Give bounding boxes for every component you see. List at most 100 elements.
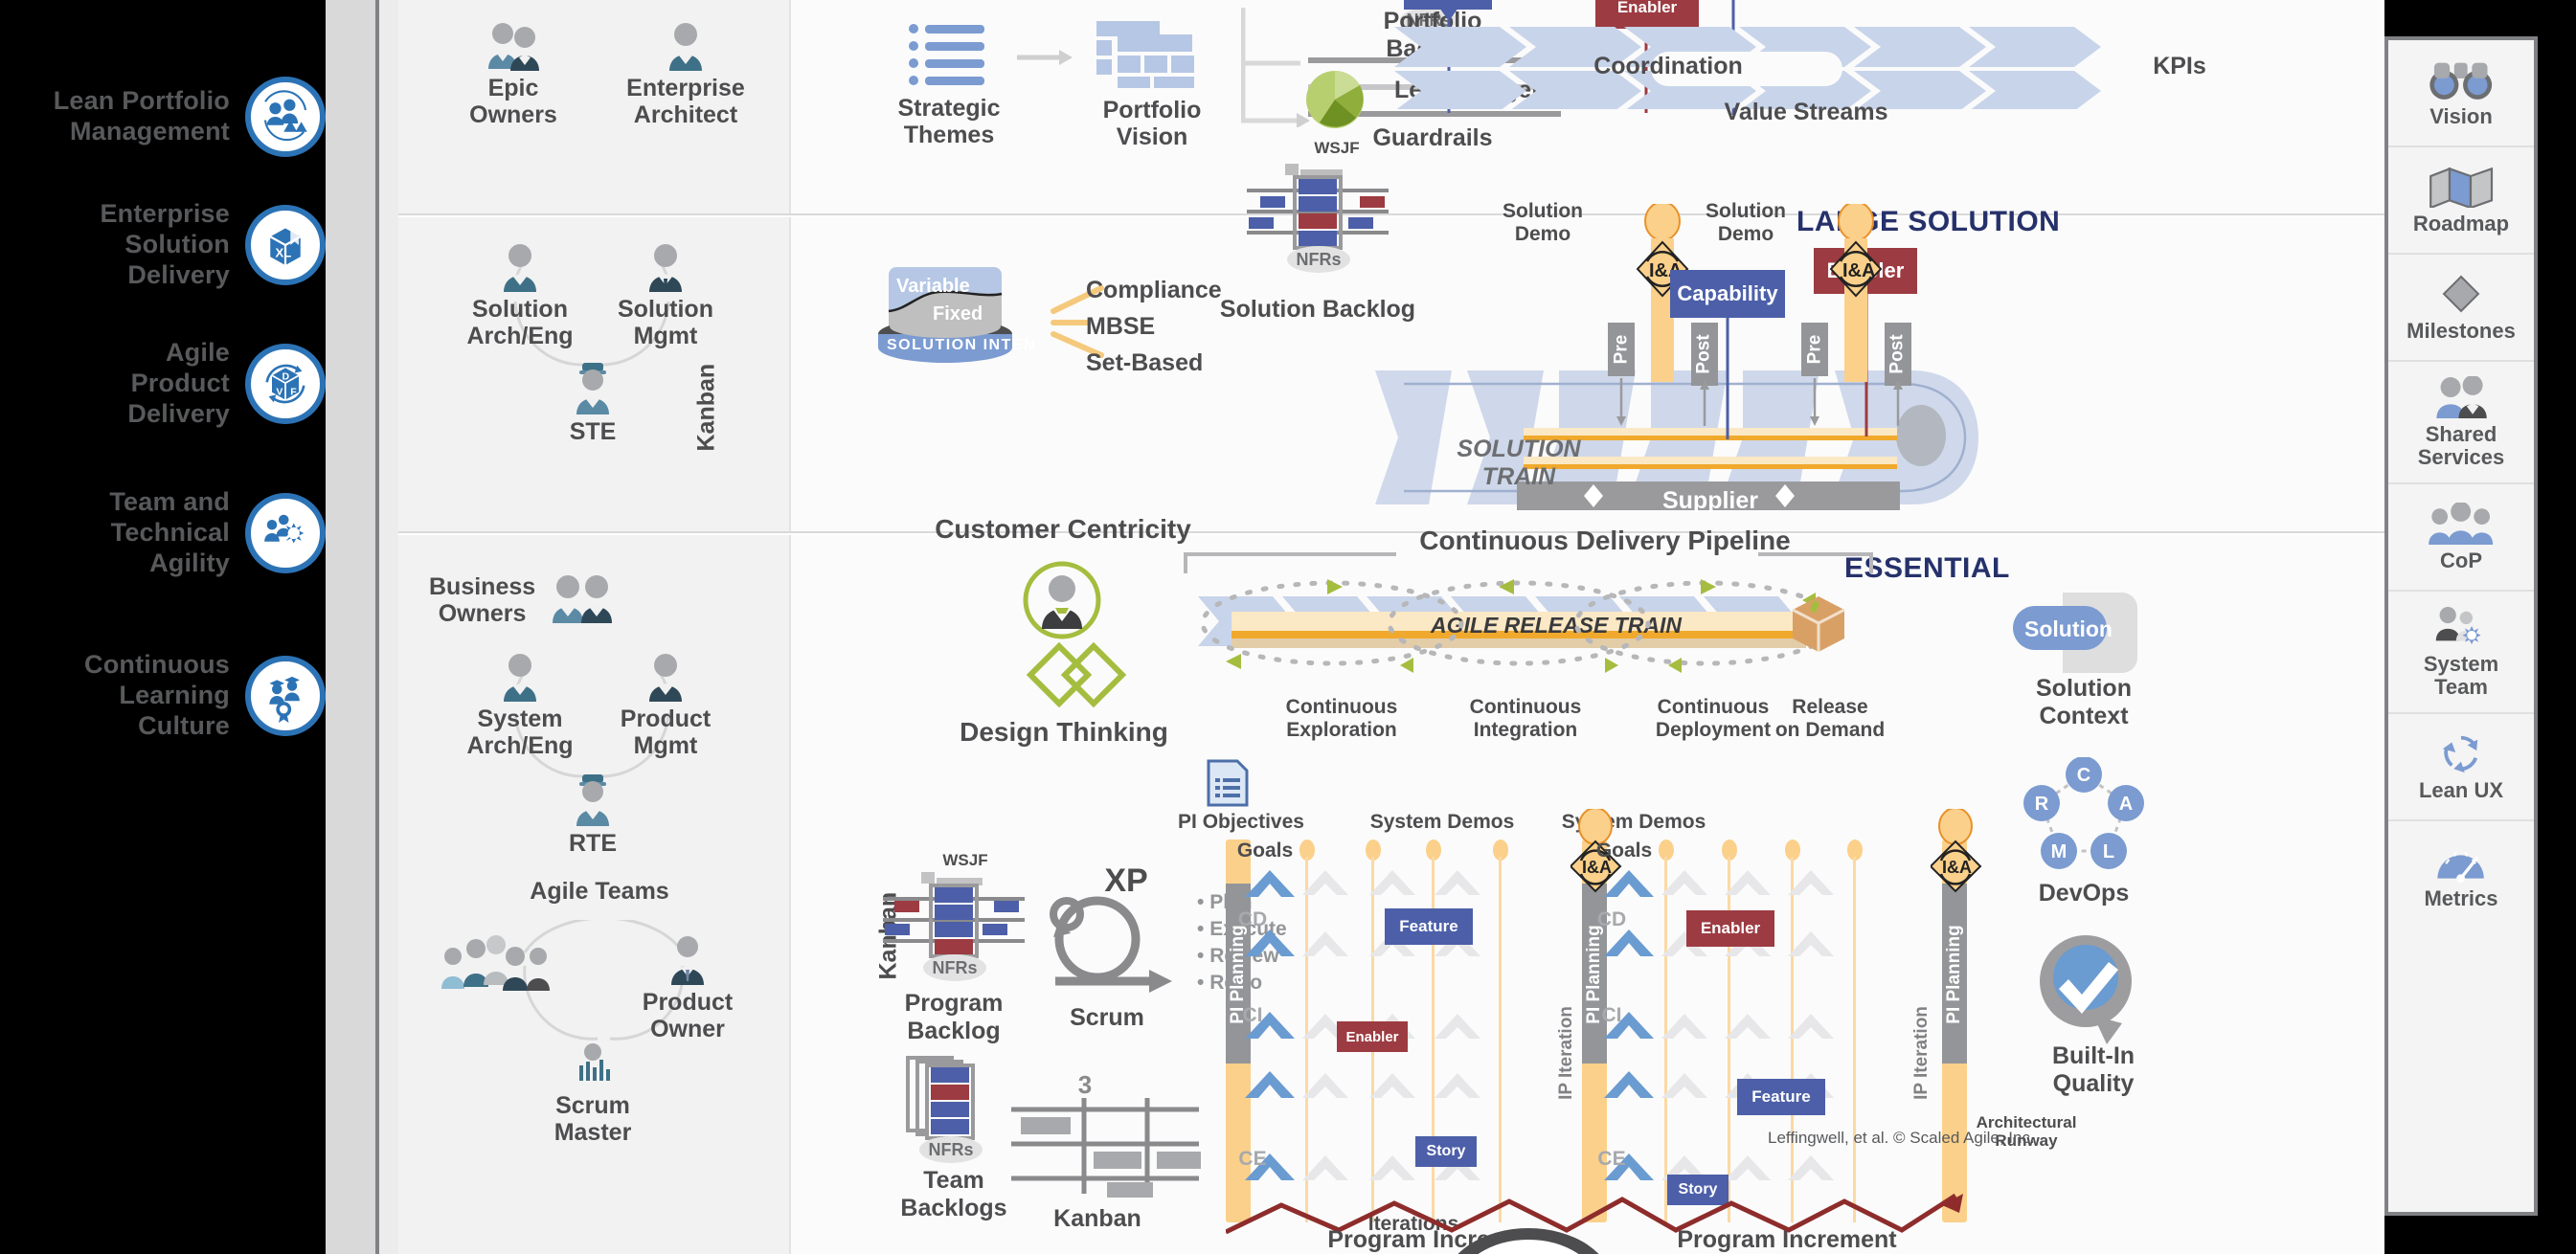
program-backlog[interactable]: NFRs: [877, 872, 1030, 992]
svg-text:R: R: [2035, 794, 2049, 815]
arrow-right-icon: [1017, 50, 1073, 65]
feature-tag-2[interactable]: Feature: [1737, 1079, 1825, 1115]
svg-text:I&A: I&A: [1942, 858, 1972, 877]
two-people-icon: [488, 23, 539, 71]
system-demos-label-1: System Demos: [1369, 811, 1515, 833]
role-solution-mgmt[interactable]: Solution Mgmt: [594, 242, 737, 349]
framework-canvas: Epic Owners Enterprise Architect Strateg…: [398, 0, 2384, 1254]
solution-intent[interactable]: Variable Fixed SOLUTION INTENT: [873, 267, 1046, 377]
palette-item-cop[interactable]: CoP: [2388, 484, 2534, 592]
scrum-label: Scrum: [1070, 1004, 1144, 1031]
palette-label: Milestones: [2407, 318, 2516, 343]
pre-post-arrows-2: [1810, 378, 1903, 426]
palette-label: System Team: [2423, 651, 2499, 699]
role-solution-arch-eng[interactable]: Solution Arch/Eng: [448, 242, 592, 349]
competency-lean-portfolio-management[interactable]: Lean Portfolio Management: [0, 77, 326, 157]
gauge-icon: [2433, 840, 2488, 884]
two-people-icon: [553, 575, 613, 623]
white-spine: [379, 0, 398, 1254]
role-label: System Arch/Eng: [466, 705, 574, 759]
role-epic-owners[interactable]: Epic Owners: [441, 21, 585, 128]
svg-text:Variable: Variable: [896, 276, 970, 297]
capability-pin-line: [1726, 317, 1729, 439]
release-package-icon: [1792, 596, 1845, 652]
strategic-themes[interactable]: Strategic Themes: [877, 21, 1021, 148]
palette-item-roadmap[interactable]: Roadmap: [2388, 147, 2534, 255]
role-label: Product Owner: [642, 989, 734, 1042]
feature-tag-1[interactable]: Feature: [1385, 908, 1473, 945]
coordination-label: Coordination: [1593, 53, 1743, 79]
palette-item-metrics[interactable]: Metrics: [2388, 821, 2534, 929]
palette-item-milestones[interactable]: Milestones: [2388, 255, 2534, 362]
person-cap-icon: [576, 774, 609, 826]
svg-text:D: D: [282, 370, 290, 382]
svg-text:Fixed: Fixed: [933, 303, 983, 325]
portfolio-enabler-tag[interactable]: Enabler: [1595, 0, 1699, 29]
role-ste[interactable]: STE: [521, 361, 665, 445]
person-icon: [504, 244, 536, 292]
program-increment-label-2: Program Increment: [1677, 1226, 1897, 1253]
role-system-arch-eng[interactable]: System Arch/Eng: [448, 652, 592, 759]
system-demos-label-2: System Demos: [1561, 811, 1706, 833]
circular-arrows-icon: [2439, 731, 2483, 775]
role-label: Enterprise Architect: [626, 75, 745, 128]
two-people-icon: [2429, 375, 2493, 419]
palette-label: Lean UX: [2418, 777, 2504, 802]
svg-text:C: C: [2077, 765, 2090, 786]
scrum-loop-icon: [1050, 896, 1172, 993]
foundation-arc: [1457, 1228, 1599, 1254]
solution-context-label: Solution Context: [2036, 675, 2132, 729]
competency-continuous-learning-culture[interactable]: Continuous Learning Culture: [0, 650, 326, 742]
customer-centricity-label: Customer Centricity: [935, 514, 1191, 544]
role-label: Product Mgmt: [620, 705, 712, 759]
solution-demo-label-2: Solution Demo: [1706, 200, 1786, 245]
cd-label-1: CD: [1237, 908, 1268, 930]
svg-text:L: L: [2103, 841, 2114, 862]
strategic-themes-label: Strategic Themes: [897, 95, 1001, 148]
role-scrum-master[interactable]: Scrum Master: [521, 1042, 665, 1146]
competency-team-and-technical-agility[interactable]: Team and Technical Agility: [0, 487, 326, 579]
competency-rail: Lean Portfolio Management Enterprise Sol…: [0, 0, 326, 1254]
design-thinking-icon: [1023, 561, 1127, 708]
svg-text:AGILE RELEASE TRAIN: AGILE RELEASE TRAIN: [1430, 613, 1682, 638]
palette-label: Shared Services: [2417, 421, 2505, 469]
portfolio-vision[interactable]: Portfolio Vision: [1080, 17, 1224, 150]
palette-item-shared-services[interactable]: Shared Services: [2388, 362, 2534, 484]
post-label-2: Post: [1885, 323, 1911, 386]
bullet-list-icon: [909, 24, 984, 85]
solution-backlog[interactable]: NFRs: [1241, 164, 1394, 283]
essential-level-band: Business Owners System Arch/Eng Product …: [398, 514, 2384, 1254]
competency-label: Enterprise Solution Delivery: [100, 199, 230, 289]
svg-text:F: F: [290, 386, 297, 397]
palette-item-vision[interactable]: Vision: [2388, 40, 2534, 147]
ia-marker-2: I&A: [1931, 809, 1982, 893]
solution-demo-ia-2: I&A: [1829, 204, 1883, 382]
enabler-tag-1[interactable]: Enabler: [1337, 1021, 1408, 1052]
palette-label: Metrics: [2424, 885, 2498, 910]
cd-label-2: CD: [1596, 908, 1627, 930]
palette-item-system-team[interactable]: System Team: [2388, 592, 2534, 714]
competency-label: Lean Portfolio Management: [53, 86, 230, 146]
person-suit-icon: [649, 654, 682, 702]
map-icon: [2429, 165, 2494, 209]
role-product-owner[interactable]: Product Owner: [611, 935, 764, 1042]
kpis-label: KPIs: [2153, 53, 2206, 79]
competency-agile-product-delivery[interactable]: Agile Product Delivery D V F: [0, 338, 326, 430]
competency-enterprise-solution-delivery[interactable]: Enterprise Solution Delivery XL: [0, 199, 326, 291]
solution-intent-icon: Variable Fixed SOLUTION INTENT: [878, 267, 1046, 363]
role-product-mgmt[interactable]: Product Mgmt: [594, 652, 737, 759]
team-backlogs[interactable]: NFRs: [885, 1054, 1019, 1164]
ci-label-1: CI: [1242, 1004, 1263, 1026]
devops-calmr-icon: C A L M R: [2023, 757, 2144, 869]
pie-chart-icon: [1306, 70, 1364, 128]
svg-text:XL: XL: [276, 245, 292, 259]
business-owners[interactable]: Business Owners: [429, 573, 618, 627]
tta-gear-people-icon: [245, 492, 326, 573]
capability-tag[interactable]: Capability: [1670, 270, 1785, 318]
enabler-tag-2[interactable]: Enabler: [1686, 910, 1774, 947]
palette-item-lean-ux[interactable]: Lean UX: [2388, 714, 2534, 821]
role-rte[interactable]: RTE: [521, 773, 665, 857]
role-enterprise-architect[interactable]: Enterprise Architect: [604, 21, 767, 128]
built-in-quality-icon: [2040, 935, 2132, 1044]
pipeline-stage-ce: Continuous Exploration: [1285, 696, 1398, 741]
